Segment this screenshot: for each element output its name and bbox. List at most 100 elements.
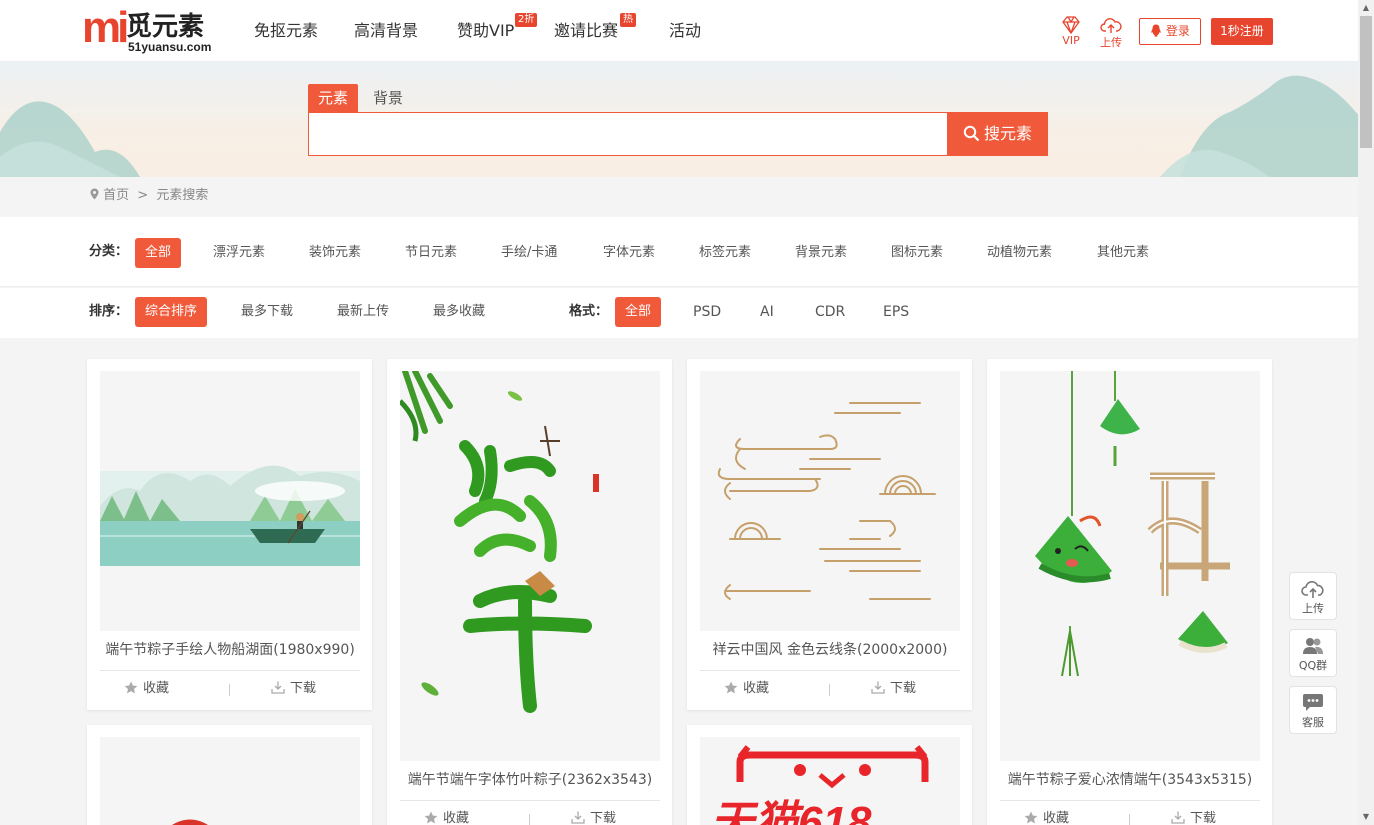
category-background[interactable]: 背景元素 [785,238,857,268]
download-button[interactable]: 下载 [1171,810,1216,825]
format-cdr[interactable]: CDR [805,297,855,327]
card-divider [400,800,660,801]
favorite-button[interactable]: 收藏 [724,680,769,698]
login-button-label: 登录 [1165,24,1190,38]
category-flora-fauna[interactable]: 动植物元素 [977,238,1062,268]
favorite-button[interactable]: 收藏 [424,810,469,825]
scroll-up-arrow-icon[interactable]: ▲ [1358,0,1374,16]
download-button[interactable]: 下载 [271,680,316,698]
nav-item-vip[interactable]: 赞助VIP 2折 [457,13,538,42]
category-other[interactable]: 其他元素 [1087,238,1159,268]
card-thumbnail[interactable] [100,737,360,825]
search-tab-elements[interactable]: 元素 [308,84,359,112]
diamond-icon [1062,16,1080,34]
nav-item-vip-label: 赞助VIP [457,21,515,40]
login-button[interactable]: 登录 [1139,18,1201,45]
nav-item-backgrounds[interactable]: 高清背景 [354,20,418,42]
golden-cloud-lines-illustration [717,402,936,600]
sort-comprehensive[interactable]: 综合排序 [135,297,208,327]
scrollbar-thumb[interactable] [1360,16,1372,148]
category-handdrawn[interactable]: 手绘/卡通 [491,238,567,268]
nav-item-contest[interactable]: 邀请比赛 热 [554,13,636,42]
breadcrumb: 首页 > 元素搜索 [90,186,212,206]
result-card[interactable] [87,725,372,825]
logo-domain: 51yuansu.com [128,40,212,54]
discount-badge: 2折 [515,13,538,27]
download-button[interactable]: 下载 [571,810,616,825]
favorite-button[interactable]: 收藏 [1024,810,1069,825]
card-title[interactable]: 端午节粽子手绘人物船湖面(1980x990) [100,640,360,660]
favorite-label: 收藏 [743,681,770,696]
result-card[interactable]: 祥云中国风 金色云线条(2000x2000) 收藏 下载 [687,359,972,710]
cloud-upload-icon [1100,18,1122,33]
register-button[interactable]: 1秒注册 [1211,18,1273,45]
card-divider [700,670,960,671]
breadcrumb-separator: > [137,188,149,203]
chat-bubble-icon [1303,694,1323,711]
search-button[interactable]: 搜元素 [947,112,1048,156]
vip-link-label: VIP [1062,34,1080,47]
sort-label: 排序： [89,304,129,319]
download-label: 下载 [290,681,317,696]
result-card[interactable]: 端午节端午字体竹叶粽子(2362x3543) 收藏 下载 [387,359,672,825]
sort-most-favorites[interactable]: 最多收藏 [423,297,495,327]
card-thumbnail[interactable]: 天猫618 [700,737,960,825]
action-separator [829,684,830,696]
favorite-label: 收藏 [143,681,170,696]
card-title[interactable]: 祥云中国风 金色云线条(2000x2000) [700,640,960,660]
card-thumbnail[interactable] [100,371,360,631]
side-upload-button[interactable]: 上传 [1289,572,1337,620]
category-holiday[interactable]: 节日元素 [395,238,467,268]
favorite-button[interactable]: 收藏 [124,680,169,698]
mountain-left-decor [0,101,140,177]
category-all[interactable]: 全部 [135,238,182,268]
card-thumbnail[interactable] [1000,371,1260,761]
breadcrumb-home[interactable]: 首页 [103,188,129,203]
search-tab-backgrounds[interactable]: 背景 [363,84,413,112]
format-eps[interactable]: EPS [873,297,919,327]
qq-icon [1151,24,1161,37]
upload-link[interactable]: 上传 [1096,16,1126,50]
scroll-down-arrow-icon[interactable]: ▼ [1358,809,1374,825]
category-label-elements[interactable]: 标签元素 [689,238,761,268]
zongzi-cartoon-illustration [1035,371,1230,677]
action-separator [229,684,230,696]
category-filter: 分类： 全部 漂浮元素 装饰元素 节日元素 手绘/卡通 字体元素 标签元素 背景… [0,217,1358,287]
result-card[interactable]: 端午节粽子手绘人物船湖面(1980x990) 收藏 下载 [87,359,372,710]
action-separator [1129,814,1130,825]
side-qq-group-label: QQ群 [1298,659,1328,672]
result-card[interactable]: 天猫618 [687,725,972,825]
search-input[interactable] [308,112,948,156]
vip-link[interactable]: VIP [1056,16,1086,47]
nav-item-contest-label: 邀请比赛 [554,21,619,40]
format-ai[interactable]: AI [750,297,784,327]
category-icon[interactable]: 图标元素 [881,238,953,268]
download-button[interactable]: 下载 [871,680,916,698]
nav-item-cutout[interactable]: 免抠元素 [254,20,318,42]
card-title[interactable]: 端午节端午字体竹叶粽子(2362x3543) [400,770,660,790]
side-service-button[interactable]: 客服 [1289,686,1337,734]
bamboo-duanwu-illustration [400,371,599,713]
tmall-618-art-text: 天猫618 [710,798,872,825]
search-banner: 元素 背景 搜元素 [0,62,1358,177]
star-icon [124,681,138,694]
star-icon [424,811,438,824]
download-icon [871,681,885,694]
category-floating[interactable]: 漂浮元素 [203,238,275,268]
card-divider [1000,800,1260,801]
sort-newest[interactable]: 最新上传 [327,297,399,327]
format-psd[interactable]: PSD [683,297,731,327]
side-qq-group-button[interactable]: QQ群 [1289,629,1337,677]
result-card[interactable]: 端午节粽子爱心浓情端午(3543x5315) 收藏 下载 [987,359,1272,825]
category-font[interactable]: 字体元素 [593,238,665,268]
category-decorative[interactable]: 装饰元素 [299,238,371,268]
nav-item-events[interactable]: 活动 [669,20,701,42]
download-label: 下载 [890,681,917,696]
card-title[interactable]: 端午节粽子爱心浓情端午(3543x5315) [1000,770,1260,790]
card-thumbnail[interactable] [700,371,960,631]
format-all[interactable]: 全部 [615,297,662,327]
download-icon [271,681,285,694]
sort-most-downloads[interactable]: 最多下载 [231,297,303,327]
card-thumbnail[interactable] [400,371,660,761]
site-logo[interactable]: mi 觅元素 51yuansu.com [82,6,232,56]
